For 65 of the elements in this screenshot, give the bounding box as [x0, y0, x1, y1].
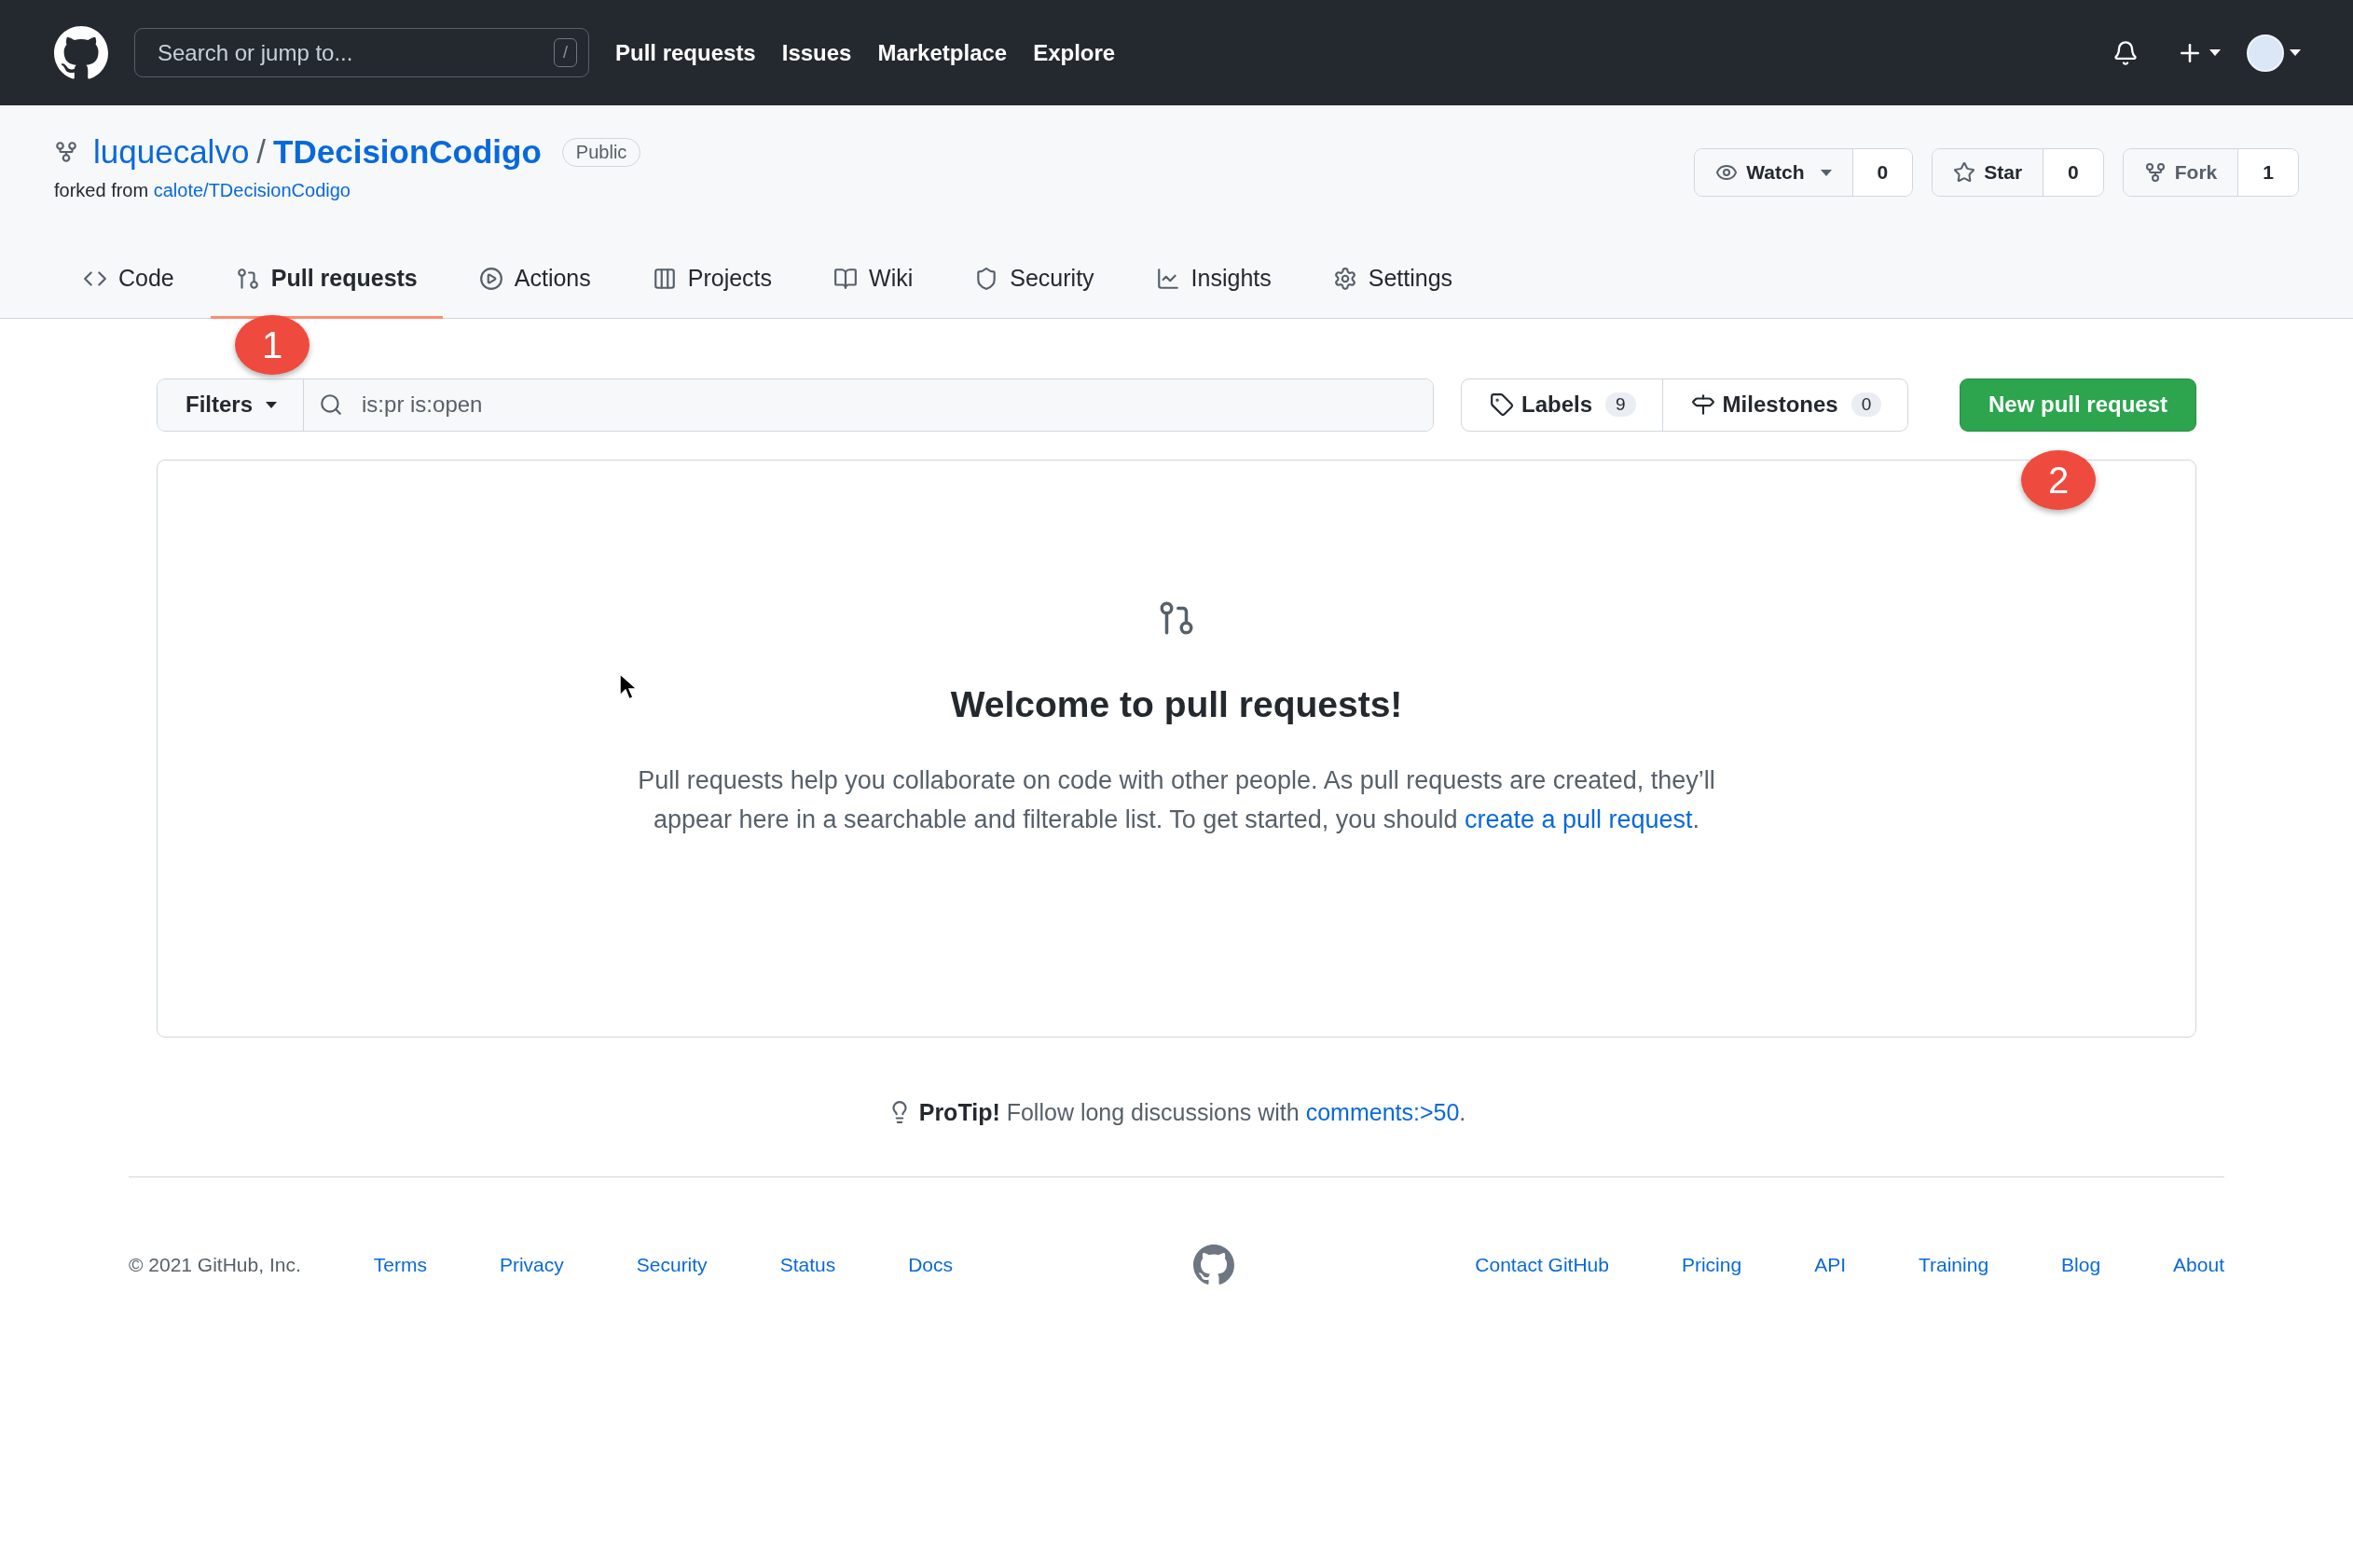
footer-link[interactable]: Contact GitHub: [1475, 1253, 1609, 1276]
star-count[interactable]: 0: [2043, 149, 2103, 196]
tag-icon: [1490, 392, 1514, 417]
milestones-button[interactable]: Milestones 0: [1661, 378, 1908, 431]
protip-link[interactable]: comments:>50: [1305, 1098, 1460, 1125]
watch-button[interactable]: Watch: [1695, 149, 1853, 196]
nav-link[interactable]: Issues: [781, 39, 852, 66]
repo-tab[interactable]: Wiki: [808, 248, 939, 319]
protip-text: ProTip! Follow long discussions with comments:>50.: [918, 1098, 1466, 1126]
repo-name-link[interactable]: TDecisionCodigo: [273, 133, 542, 171]
shortcut-key: /: [554, 38, 577, 67]
mouse-cursor-icon: [619, 673, 638, 701]
avatar[interactable]: [2247, 34, 2284, 72]
star-icon: [1953, 161, 1976, 184]
copyright-text: © 2021 GitHub, Inc.: [129, 1253, 301, 1276]
nav-link[interactable]: Pull requests: [615, 39, 756, 66]
caret-icon[interactable]: [2290, 49, 2301, 56]
star-button[interactable]: Star: [1933, 149, 2044, 196]
footer-link[interactable]: About: [2173, 1253, 2224, 1276]
pull-request-icon: [235, 266, 260, 291]
caret-icon: [1820, 169, 1832, 176]
repo-tab[interactable]: Insights: [1130, 248, 1297, 319]
line-chart-icon: [1155, 266, 1180, 291]
footer-link[interactable]: Status: [779, 1253, 836, 1276]
fork-count[interactable]: 1: [2238, 149, 2298, 196]
footer-link[interactable]: Privacy: [499, 1253, 564, 1276]
nav-link[interactable]: Explore: [1033, 39, 1116, 66]
repo-tab[interactable]: Settings: [1307, 248, 1479, 319]
footer-link[interactable]: Pricing: [1681, 1253, 1742, 1276]
repo-tab[interactable]: Actions: [453, 248, 616, 319]
caret-icon[interactable]: [2209, 49, 2221, 56]
step-number-badge: 1: [235, 315, 310, 375]
create-pull-request-link[interactable]: create a pull request: [1464, 805, 1693, 833]
octocat-logo-icon[interactable]: [54, 25, 108, 80]
new-pull-request-button[interactable]: New pull request: [1959, 378, 2196, 432]
fork-icon: [2143, 161, 2167, 184]
repo-owner-link[interactable]: luquecalvo: [93, 133, 250, 171]
source-repo-link[interactable]: calote/TDecisionCodigo: [153, 180, 351, 200]
repo-tab[interactable]: Code: [58, 248, 200, 319]
repo-tab[interactable]: Projects: [626, 248, 798, 319]
path-separator: /: [256, 133, 267, 171]
watch-count[interactable]: 0: [1852, 149, 1913, 196]
search-field[interactable]: Search or jump to...: [156, 38, 554, 67]
footer-link[interactable]: Blog: [2061, 1253, 2101, 1276]
footer-link[interactable]: API: [1814, 1253, 1846, 1276]
step-number-badge: 2: [2021, 450, 2096, 510]
book-icon: [833, 266, 859, 291]
footer-link[interactable]: Security: [636, 1253, 708, 1276]
search-box[interactable]: Search or jump to... /: [134, 28, 589, 77]
settings-icon: [1332, 266, 1357, 291]
labels-button[interactable]: Labels 9: [1462, 378, 1662, 431]
project-board-icon: [652, 266, 677, 291]
nav-link[interactable]: Marketplace: [877, 39, 1008, 66]
bell-icon[interactable]: [2112, 39, 2139, 66]
footer-link[interactable]: Training: [1919, 1253, 1989, 1276]
footer-link[interactable]: Terms: [373, 1253, 427, 1276]
empty-state-text: Pull requests help you collaborate on code with other people. As pull requests are created, they’ll appear here in a searchable and filterable list. To get started, you should create a pull request.: [637, 764, 1716, 835]
repo-tab[interactable]: Security: [949, 248, 1120, 319]
fork-icon: [54, 140, 78, 164]
forked-from-label: forked from: [54, 180, 150, 200]
empty-state-title: Welcome to pull requests!: [950, 683, 1403, 725]
fork-button[interactable]: Fork: [2123, 149, 2239, 196]
signpost-icon: [1690, 392, 1715, 417]
footer-link[interactable]: Docs: [908, 1253, 954, 1276]
play-circle-icon: [478, 266, 503, 291]
